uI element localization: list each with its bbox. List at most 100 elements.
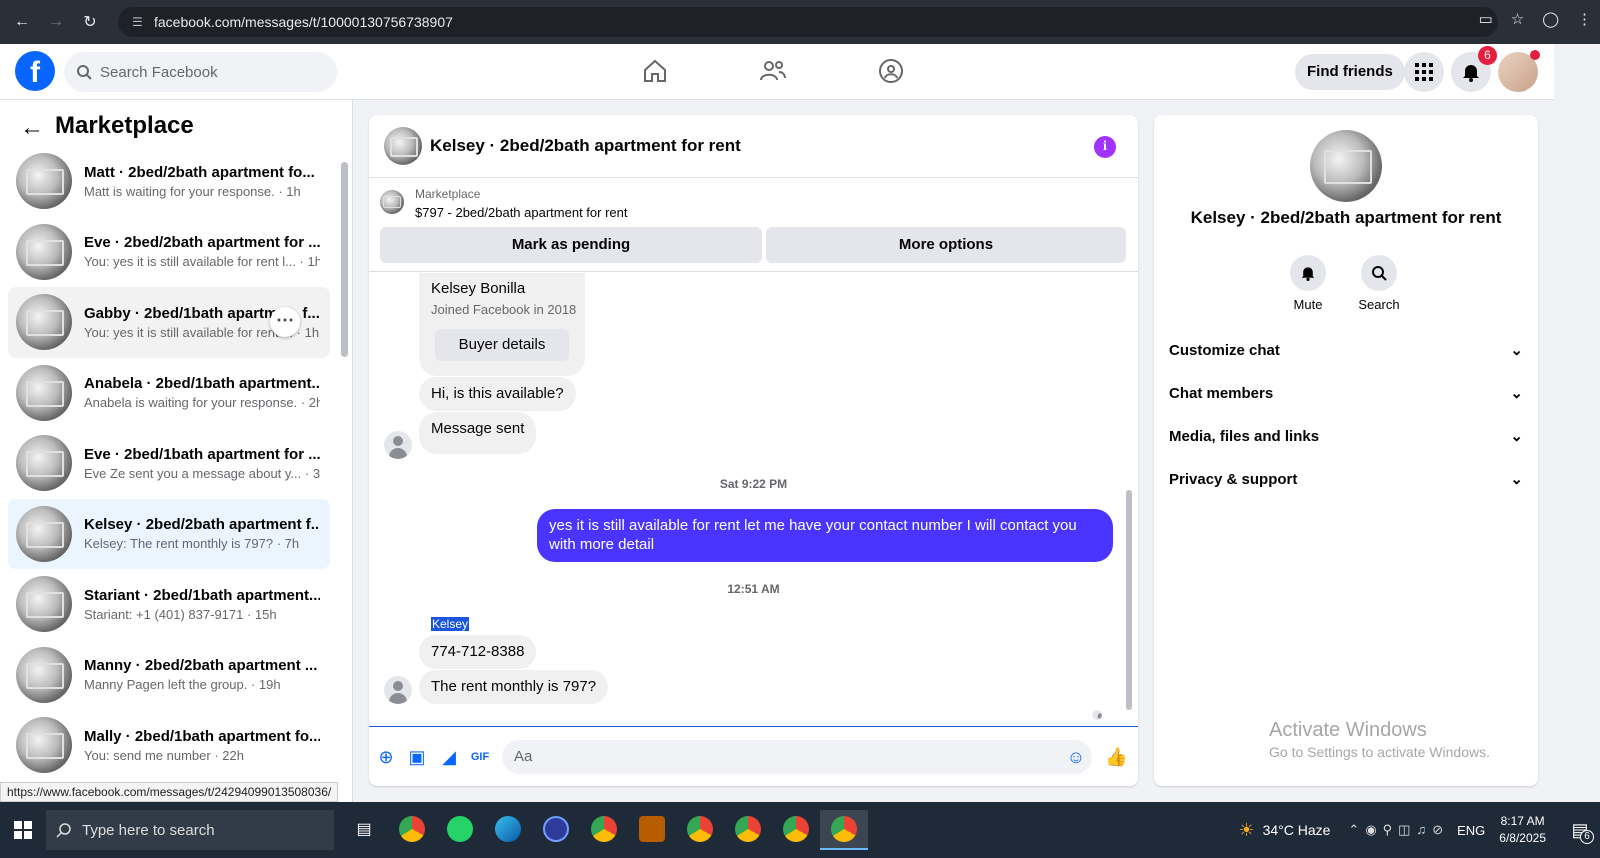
notification-center-icon[interactable]: ▤ 6	[1560, 810, 1600, 850]
url-text: facebook.com/messages/t/1000013075673890…	[154, 14, 453, 30]
chrome-active-icon[interactable]	[820, 810, 868, 850]
buyer-joined: Joined Facebook in 2018	[431, 302, 577, 317]
media-files-links-section[interactable]: Media, files and links ⌄	[1169, 416, 1523, 456]
sidebar-title: Marketplace	[55, 112, 194, 139]
conversation-item[interactable]: Stariant · 2bed/1bath apartment... Staria…	[8, 569, 330, 640]
facebook-logo-icon[interactable]: f	[15, 51, 55, 91]
privacy-support-section[interactable]: Privacy & support ⌄	[1169, 459, 1523, 499]
watermark-subtitle: Go to Settings to activate Windows.	[1269, 744, 1490, 760]
chat-scrollbar[interactable]	[1126, 490, 1132, 710]
message-bubble: Message sent	[419, 412, 537, 454]
whatsapp-icon[interactable]	[436, 810, 484, 850]
emoji-icon[interactable]: ☺	[1066, 747, 1086, 767]
more-options-icon[interactable]: ⋯	[270, 307, 300, 337]
menu-grid-button[interactable]	[1404, 52, 1444, 92]
message-thread: Kelsey Bonilla Joined Facebook in 2018 B…	[369, 273, 1138, 726]
bookmark-star-icon[interactable]: ☆	[1511, 10, 1524, 28]
conversation-name: Manny · 2bed/2bath apartment ...	[84, 657, 318, 675]
page-scrollbar[interactable]	[1554, 44, 1568, 802]
app-icon[interactable]	[532, 810, 580, 850]
conversation-item[interactable]: Eve · 2bed/2bath apartment for ... You: y…	[8, 217, 330, 288]
conversation-preview: Anabela is waiting for your response. · …	[84, 395, 320, 411]
listing-title[interactable]: $797 - 2bed/2bath apartment for rent	[415, 205, 627, 220]
photo-icon[interactable]: ▣	[407, 747, 427, 767]
buyer-details-button[interactable]: Buyer details	[435, 329, 569, 361]
back-arrow-icon[interactable]: ←	[10, 10, 34, 34]
chrome-profile-icon[interactable]	[772, 810, 820, 850]
clock[interactable]: 8:17 AM 6/8/2025	[1499, 813, 1546, 847]
search-button[interactable]: Search	[1349, 255, 1409, 312]
mute-button[interactable]: Mute	[1278, 255, 1338, 312]
marketplace-sidebar: ← Marketplace Matt · 2bed/2bath apartmen…	[0, 100, 353, 802]
like-thumb-icon[interactable]: 👍	[1105, 747, 1127, 767]
sticker-icon[interactable]: ◢	[439, 747, 459, 767]
chevron-down-icon: ⌄	[1510, 385, 1523, 402]
marketplace-listing-bar: Marketplace $797 - 2bed/2bath apartment …	[369, 178, 1138, 272]
conversation-item[interactable]: Mally · 2bed/1bath apartment fo... You: s…	[8, 710, 330, 781]
chrome-profile-icon[interactable]	[724, 810, 772, 850]
account-avatar[interactable]	[1498, 50, 1540, 92]
back-arrow-icon[interactable]: ←	[20, 114, 44, 142]
site-info-icon[interactable]: ☰	[132, 15, 146, 29]
my-message-bubble: yes it is still available for rent let m…	[537, 509, 1113, 562]
chat-details-panel: Kelsey · 2bed/2bath apartment for rent M…	[1154, 115, 1538, 786]
chrome-profile-icon[interactable]	[580, 810, 628, 850]
chrome-profile-icon[interactable]	[676, 810, 724, 850]
info-icon[interactable]: i	[1094, 136, 1116, 158]
weather-text: 34°C Haze	[1262, 822, 1331, 838]
conversation-item-selected[interactable]: Kelsey · 2bed/2bath apartment f... Kelsey…	[8, 498, 330, 569]
wpm-app-icon[interactable]	[628, 810, 676, 850]
sidebar-scrollbar[interactable]	[341, 162, 348, 357]
search-input[interactable]: Search Facebook	[64, 52, 337, 92]
conversation-item[interactable]: Eve · 2bed/1bath apartment for ... Eve Ze…	[8, 428, 330, 499]
forward-arrow-icon[interactable]: →	[44, 10, 68, 34]
message-bubble: 774-712-8388	[419, 635, 537, 669]
chat-title[interactable]: Kelsey · 2bed/2bath apartment for rent	[430, 136, 741, 156]
friends-icon[interactable]	[758, 56, 788, 86]
chat-panel: Kelsey · 2bed/2bath apartment for rent i…	[369, 115, 1138, 786]
edge-icon[interactable]	[484, 810, 532, 850]
sender-avatar[interactable]	[384, 676, 412, 704]
conversation-name: Eve · 2bed/1bath apartment for ...	[84, 445, 320, 463]
chrome-icon[interactable]	[388, 810, 436, 850]
windows-start-icon[interactable]	[0, 810, 46, 850]
search-label: Search	[1358, 297, 1400, 312]
listing-thumbnail	[16, 435, 72, 492]
listing-thumbnail	[380, 190, 404, 214]
conversation-item[interactable]: Manny · 2bed/2bath apartment ... Manny Pa…	[8, 640, 330, 711]
message-input[interactable]: Aa	[502, 740, 1092, 774]
clock-time: 8:17 AM	[1500, 814, 1545, 828]
conversation-item[interactable]: Gabby · 2bed/1bath apartme... f... You: y…	[8, 287, 330, 358]
home-icon[interactable]	[640, 56, 670, 86]
sender-avatar[interactable]	[384, 431, 412, 459]
language-indicator[interactable]: ENG	[1457, 823, 1485, 838]
groups-icon[interactable]	[876, 56, 906, 86]
menu-kebab-icon[interactable]: ⋮	[1577, 10, 1592, 28]
customize-chat-section[interactable]: Customize chat ⌄	[1169, 330, 1523, 370]
task-view-icon[interactable]: ▤	[340, 810, 388, 850]
taskbar-search-placeholder: Type here to search	[82, 821, 215, 839]
weather-widget[interactable]: ☀ 34°C Haze	[1238, 820, 1330, 841]
plus-icon[interactable]: ⊕	[376, 747, 396, 767]
conversation-item[interactable]: Matt · 2bed/2bath apartment fo... Matt is…	[8, 146, 330, 217]
search-icon	[1372, 266, 1387, 281]
facebook-header: f Search Facebook Find friends 6	[0, 44, 1568, 100]
reload-icon[interactable]: ↻	[78, 10, 102, 34]
more-options-button[interactable]: More options	[766, 227, 1126, 263]
address-bar[interactable]: ☰ facebook.com/messages/t/10000130756738…	[118, 7, 1498, 37]
search-icon	[56, 823, 71, 838]
gif-icon[interactable]: GIF	[470, 747, 490, 767]
find-friends-button[interactable]: Find friends	[1295, 54, 1405, 90]
tray-icons[interactable]: ⌃◉⚲◫♫⊘	[1348, 822, 1449, 838]
profile-icon[interactable]: ◯	[1542, 10, 1559, 28]
message-composer: ⊕ ▣ ◢ GIF Aa ☺ 👍	[369, 726, 1138, 786]
taskbar-search[interactable]: Type here to search	[46, 810, 334, 850]
bell-icon	[1463, 65, 1479, 82]
mark-as-pending-button[interactable]: Mark as pending	[380, 227, 762, 263]
conversation-name: Anabela · 2bed/1bath apartment...	[84, 375, 320, 393]
chat-thumbnail[interactable]	[384, 127, 422, 165]
chat-members-section[interactable]: Chat members ⌄	[1169, 373, 1523, 413]
cast-icon[interactable]: ▭	[1479, 10, 1493, 28]
conversation-name: Stariant · 2bed/1bath apartment...	[84, 586, 320, 604]
conversation-item[interactable]: Anabela · 2bed/1bath apartment... Anabela…	[8, 358, 330, 429]
